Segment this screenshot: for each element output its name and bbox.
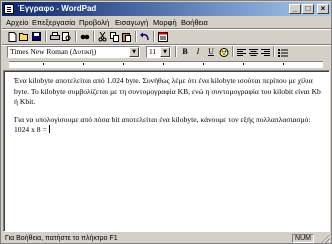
window-title: Έγγραφο - WordPad <box>18 4 97 13</box>
chevron-down-icon[interactable]: ▼ <box>129 47 139 57</box>
menu-edit[interactable]: Επεξεργασία <box>32 18 75 27</box>
date-time-icon[interactable] <box>157 31 168 42</box>
toolbar-separator <box>153 31 155 42</box>
document-area[interactable]: Ένα kilobyte αποτελείται από 1.024 byte.… <box>3 70 330 232</box>
align-left-icon[interactable] <box>236 47 247 58</box>
font-name-combo[interactable]: Times New Roman (Δυτική) ▼ <box>7 46 140 58</box>
maximize-button[interactable]: □ <box>302 4 314 14</box>
open-icon[interactable] <box>19 31 30 42</box>
toolbar-separator <box>232 46 234 57</box>
minimize-button[interactable]: _ <box>289 4 301 14</box>
ruler-tick <box>243 63 244 65</box>
font-size-combo[interactable]: 11 ▼ <box>146 46 171 58</box>
new-icon[interactable] <box>7 31 18 42</box>
chevron-down-icon[interactable]: ▼ <box>160 47 170 57</box>
text-caret <box>48 125 50 134</box>
ruler-tick <box>123 63 124 65</box>
ruler-tick <box>203 63 204 65</box>
align-right-icon[interactable] <box>260 47 271 58</box>
document-text[interactable]: Ένα kilobyte αποτελείται από 1.024 byte.… <box>14 76 326 143</box>
ruler-tick <box>163 63 164 65</box>
paste-icon[interactable] <box>121 31 132 42</box>
underline-button[interactable]: U <box>205 46 217 58</box>
standard-toolbar <box>3 30 331 44</box>
color-icon[interactable] <box>218 47 229 58</box>
italic-button[interactable]: I <box>192 46 204 58</box>
bullets-icon[interactable] <box>277 47 288 58</box>
format-bar: Times New Roman (Δυτική) ▼ 11 ▼ B I U <box>3 45 331 59</box>
menu-help[interactable]: Βοήθεια <box>181 18 208 27</box>
toolbar-separator <box>93 31 95 42</box>
menu-view[interactable]: Προβολή <box>79 18 109 27</box>
align-center-icon[interactable] <box>248 47 259 58</box>
ruler-tick <box>283 63 284 65</box>
ruler-track <box>9 61 323 68</box>
print-icon[interactable] <box>49 31 60 42</box>
menu-insert[interactable]: Εισαγωγή <box>115 18 148 27</box>
toolbar-separator <box>45 31 47 42</box>
menu-bar: Αρχείο Επεξεργασία Προβολή Εισαγωγή Μορφ… <box>2 17 331 28</box>
ruler-tick <box>83 63 84 65</box>
cut-icon[interactable] <box>97 31 108 42</box>
wordpad-window: Έγγραφο - WordPad _ □ × Αρχείο Επεξεργασ… <box>0 0 332 244</box>
menu-format[interactable]: Μορφή <box>153 18 177 27</box>
paragraph: Ένα kilobyte αποτελείται από 1.024 byte.… <box>14 76 321 107</box>
toolbar-separator <box>135 31 137 42</box>
toolbar-separator <box>175 46 177 57</box>
undo-icon[interactable] <box>139 31 150 42</box>
paragraph: Για να υπολογίσουμε από πόσα bit αποτελε… <box>14 115 326 136</box>
ruler-tick <box>43 63 44 65</box>
font-size-value: 11 <box>149 47 157 56</box>
ruler[interactable] <box>3 60 331 69</box>
status-text: Για Βοήθεια, πατήστε το πλήκτρο F1 <box>5 235 118 242</box>
print-preview-icon[interactable] <box>61 31 72 42</box>
status-bar: Για Βοήθεια, πατήστε το πλήκτρο F1 NUM <box>2 233 331 244</box>
find-icon[interactable] <box>79 31 90 42</box>
copy-icon[interactable] <box>109 31 120 42</box>
paragraph-text: Για να υπολογίσουμε από πόσα bit αποτελε… <box>14 114 311 135</box>
toolbar-separator <box>75 31 77 42</box>
menu-file[interactable]: Αρχείο <box>6 18 28 27</box>
bold-button[interactable]: B <box>179 46 191 58</box>
num-lock-indicator: NUM <box>292 234 314 243</box>
resize-grip-icon[interactable] <box>322 235 330 243</box>
font-name-value: Times New Roman (Δυτική) <box>10 47 97 56</box>
toolbar-separator <box>273 46 275 57</box>
wordpad-app-icon[interactable] <box>4 4 14 14</box>
title-bar[interactable]: Έγγραφο - WordPad _ □ × <box>2 2 331 16</box>
close-button[interactable]: × <box>317 4 329 14</box>
save-icon[interactable] <box>31 31 42 42</box>
